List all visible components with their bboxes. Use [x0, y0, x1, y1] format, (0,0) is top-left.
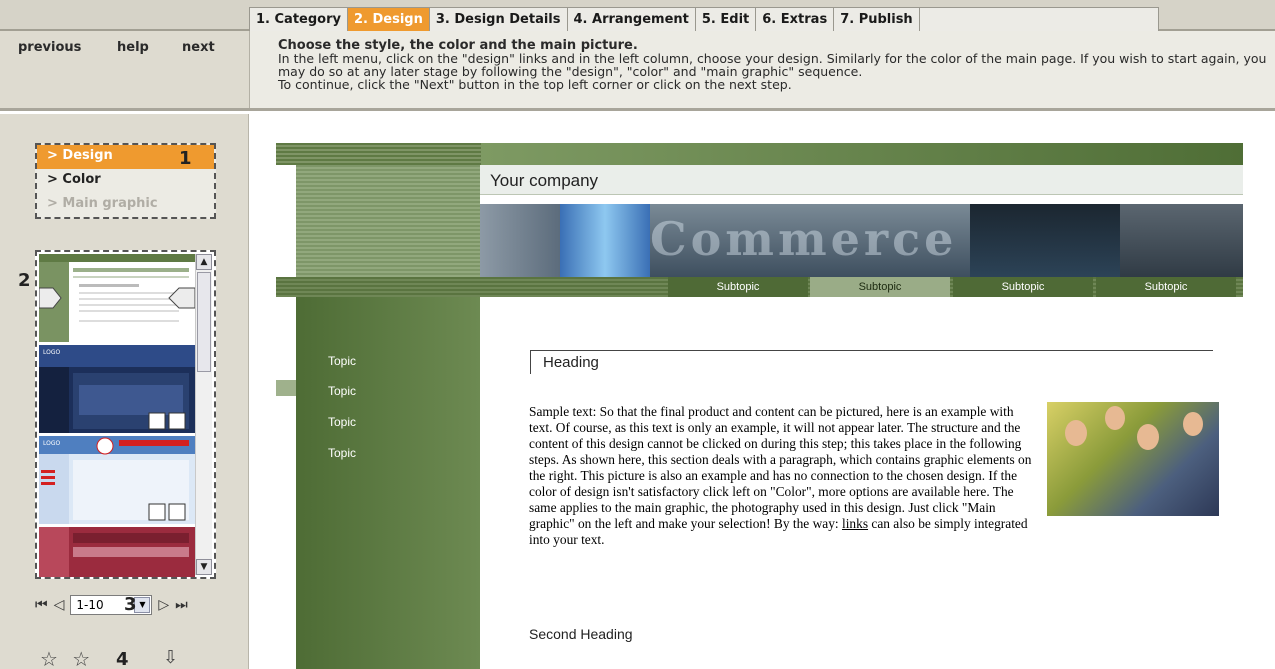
page-range-value: 1-10: [76, 598, 104, 612]
body-text-part1: Sample text: So that the final product a…: [529, 404, 1032, 531]
preview-topic: Topic: [328, 415, 357, 429]
instructions: Choose the style, the color and the main…: [278, 39, 1268, 91]
instructions-line1: In the left menu, click on the "design" …: [278, 51, 1267, 79]
design-thumbnail[interactable]: LOGO: [39, 436, 195, 524]
instructions-line2: To continue, click the "Next" button in …: [278, 77, 792, 92]
design-thumbnail[interactable]: [39, 254, 195, 342]
step-tab-bar: 1. Category 2. Design 3. Design Details …: [0, 0, 1275, 31]
previous-link[interactable]: previous: [18, 40, 81, 55]
menu-main-graphic[interactable]: > Main graphic: [37, 193, 214, 217]
preview-subtopic: Subtopic: [810, 277, 950, 297]
rating-tools: ☆ ☆: [40, 647, 98, 669]
preview-topic: Topic: [328, 384, 357, 398]
nav-links: previous help next: [0, 31, 250, 108]
tab-edit[interactable]: 5. Edit: [694, 7, 757, 31]
preview-sidebar: Topic Topic Topic Topic: [296, 297, 480, 669]
thumbnail-preview-lightblue: LOGO: [39, 436, 195, 524]
design-preview: Your company Commerce Subtopic Subtopic …: [276, 143, 1243, 669]
preview-body-text: Sample text: So that the final product a…: [529, 402, 1219, 548]
next-page-icon[interactable]: ▷: [158, 597, 169, 613]
preview-company-name: Your company: [490, 171, 599, 190]
tab-filler: [918, 7, 1159, 31]
sample-link: links: [841, 516, 869, 531]
thumbnail-preview-green: [39, 254, 195, 342]
download-arrow-icon[interactable]: ⇩: [163, 647, 178, 668]
tab-design[interactable]: 2. Design: [346, 7, 430, 31]
last-page-icon[interactable]: ⏭: [175, 597, 188, 613]
preview-left-block: [296, 165, 480, 277]
callout-2: 2: [18, 270, 31, 291]
tab-category[interactable]: 1. Category: [249, 7, 348, 31]
banner-word: Commerce: [650, 212, 958, 266]
preview-content: Heading Sample text: So that the final p…: [480, 297, 1243, 669]
preview-side-strip: [276, 297, 296, 669]
design-thumbnail[interactable]: LOGO: [39, 345, 195, 433]
chevron-down-icon[interactable]: ▼: [134, 597, 151, 613]
scroll-up-icon[interactable]: ▲: [196, 254, 212, 270]
scroll-thumb[interactable]: [197, 272, 211, 372]
svg-text:LOGO: LOGO: [43, 440, 61, 447]
scroll-down-icon[interactable]: ▼: [196, 559, 212, 575]
star-outline-icon[interactable]: ☆: [72, 647, 90, 669]
instruction-bar: previous help next Choose the style, the…: [0, 31, 1275, 111]
thumbnail-scrollbar[interactable]: ▲ ▼: [195, 254, 212, 575]
thumbnail-pager: ⏮ ◁ 1-10 ▼ ▷ ⏭: [35, 594, 194, 616]
star-outline-icon[interactable]: ☆: [40, 647, 58, 669]
svg-text:LOGO: LOGO: [43, 349, 61, 356]
callout-1: 1: [179, 148, 192, 169]
preview-banner-image: Commerce: [480, 204, 1243, 277]
step-tabs: 1. Category 2. Design 3. Design Details …: [249, 7, 1159, 31]
next-link[interactable]: next: [182, 40, 215, 55]
preview-second-heading: Second Heading: [529, 626, 633, 642]
design-thumbnail-list: LOGO LOGO ▲ ▼: [35, 250, 216, 579]
preview-heading-text: Heading: [543, 354, 599, 371]
callout-3: 3: [124, 594, 137, 615]
preview-company-bar: Your company: [480, 165, 1243, 195]
first-page-icon[interactable]: ⏮: [35, 597, 48, 613]
preview-subtopic: Subtopic: [953, 277, 1093, 297]
menu-color[interactable]: > Color: [37, 169, 214, 193]
tab-publish[interactable]: 7. Publish: [833, 7, 920, 31]
thumbnail-preview-navy: LOGO: [39, 345, 195, 433]
preview-subtopic: Subtopic: [1096, 277, 1236, 297]
preview-topic: Topic: [328, 354, 357, 368]
page-range-select[interactable]: 1-10 ▼: [70, 595, 153, 615]
design-thumbnail[interactable]: [39, 527, 195, 577]
tab-arrangement[interactable]: 4. Arrangement: [566, 7, 696, 31]
callout-4: 4: [116, 649, 129, 669]
preview-heading: Heading: [530, 350, 1213, 374]
thumbnail-preview-red: [39, 527, 189, 577]
preview-topic: Topic: [328, 446, 357, 460]
sample-team-photo: [1047, 402, 1219, 516]
tab-extras[interactable]: 6. Extras: [755, 7, 835, 31]
help-link[interactable]: help: [117, 40, 149, 55]
prev-page-icon[interactable]: ◁: [54, 597, 65, 613]
left-panel: > Design > Color > Main graphic 1 2 LOGO…: [0, 114, 249, 669]
preview-subtopic: Subtopic: [668, 277, 808, 297]
tab-design-details[interactable]: 3. Design Details: [428, 7, 568, 31]
preview-top-band: [276, 143, 1243, 165]
